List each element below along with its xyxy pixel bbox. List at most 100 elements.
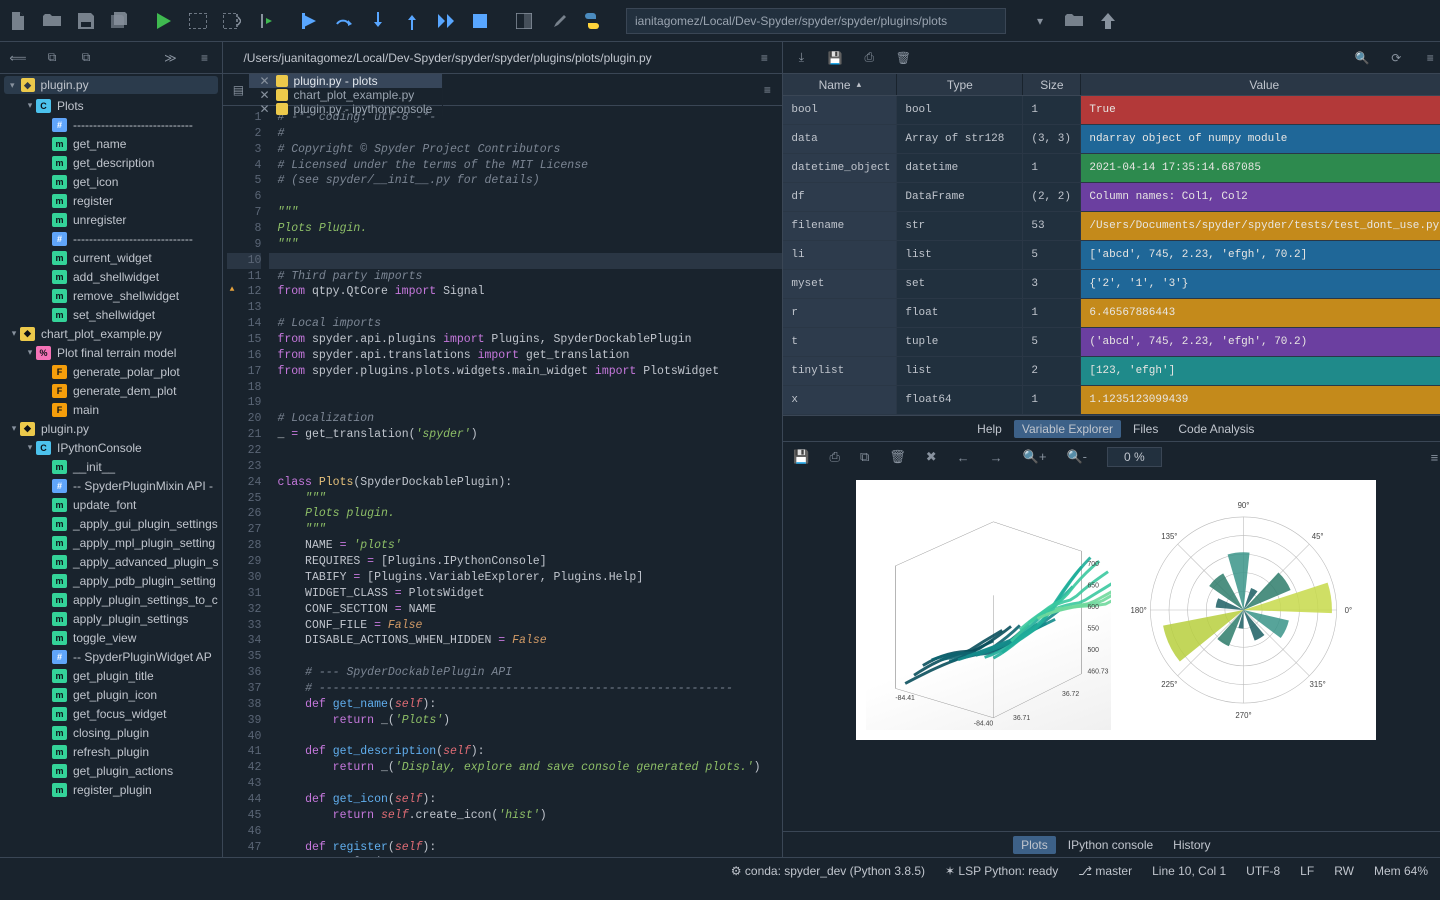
outline-item[interactable]: mget_description bbox=[0, 153, 222, 172]
stop-debug-icon[interactable] bbox=[470, 11, 490, 31]
zoom-out-icon[interactable]: 🔍- bbox=[1066, 449, 1087, 465]
outline-item[interactable]: ▾CPlots bbox=[0, 96, 222, 115]
parent-dir-icon[interactable] bbox=[1098, 11, 1118, 31]
outline-item[interactable]: #------------------------------ bbox=[0, 229, 222, 248]
panel-tab[interactable]: Variable Explorer bbox=[1014, 420, 1121, 438]
copy-icon[interactable]: ⧉ bbox=[44, 50, 60, 66]
plots-menu-icon[interactable]: ≡ bbox=[1431, 450, 1439, 465]
save-as-icon[interactable]: ⎙ bbox=[861, 50, 877, 66]
panel-tab[interactable]: Code Analysis bbox=[1170, 420, 1262, 438]
save-plot-icon[interactable]: 💾 bbox=[793, 449, 809, 465]
run-cell-advance-icon[interactable] bbox=[222, 11, 242, 31]
save-icon[interactable] bbox=[76, 11, 96, 31]
outline-item[interactable]: mget_plugin_title bbox=[0, 666, 222, 685]
var-row[interactable]: rfloat16.46567886443 bbox=[783, 299, 1440, 328]
working-dir-input[interactable]: ianitagomez/Local/Dev-Spyder/spyder/spyd… bbox=[626, 8, 1006, 34]
editor-menu-icon[interactable]: ≡ bbox=[756, 50, 772, 66]
outline-item[interactable]: ▾◆plugin.py bbox=[0, 419, 222, 438]
new-file-icon[interactable] bbox=[8, 11, 28, 31]
outline-tree[interactable]: ▾CPlots#------------------------------mg… bbox=[0, 96, 222, 857]
panel-tab[interactable]: IPython console bbox=[1060, 836, 1161, 854]
outline-item[interactable]: Fgenerate_polar_plot bbox=[0, 362, 222, 381]
delete-var-icon[interactable]: 🗑 bbox=[895, 50, 911, 66]
outline-item[interactable]: m_apply_advanced_plugin_s bbox=[0, 552, 222, 571]
var-menu-icon[interactable]: ≡ bbox=[1422, 50, 1438, 66]
outline-item[interactable]: #------------------------------ bbox=[0, 115, 222, 134]
status-conda[interactable]: ⚙ conda: spyder_dev (Python 3.8.5) bbox=[731, 864, 925, 878]
outline-item[interactable]: m_apply_mpl_plugin_setting bbox=[0, 533, 222, 552]
run-cell-icon[interactable] bbox=[188, 11, 208, 31]
save-all-plots-icon[interactable]: ⎙ bbox=[830, 449, 840, 465]
var-row[interactable]: datetime_objectdatetime12021-04-14 17:35… bbox=[783, 154, 1440, 183]
var-row[interactable]: lilist5['abcd', 745, 2.23, 'efgh', 70.2] bbox=[783, 241, 1440, 270]
outline-item[interactable]: mtoggle_view bbox=[0, 628, 222, 647]
prev-plot-icon[interactable]: ← bbox=[957, 450, 970, 465]
outline-item[interactable]: m_apply_gui_plugin_settings bbox=[0, 514, 222, 533]
next-plot-icon[interactable]: → bbox=[990, 450, 1003, 465]
outline-item[interactable]: Fmain bbox=[0, 400, 222, 419]
tab-list-icon[interactable]: ▤ bbox=[227, 74, 249, 105]
tab-menu-icon[interactable]: ≡ bbox=[756, 74, 778, 105]
var-row[interactable]: filenamestr53/Users/Documents/spyder/spy… bbox=[783, 212, 1440, 241]
close-tab-icon[interactable]: ✕ bbox=[259, 102, 269, 116]
save-all-icon[interactable] bbox=[110, 11, 130, 31]
var-row[interactable]: tinylistlist2[123, 'efgh'] bbox=[783, 357, 1440, 386]
browse-wdir-icon[interactable] bbox=[1064, 11, 1084, 31]
refresh-var-icon[interactable]: ⟳ bbox=[1388, 50, 1404, 66]
outline-item[interactable]: mclosing_plugin bbox=[0, 723, 222, 742]
outline-item[interactable]: mrefresh_plugin bbox=[0, 742, 222, 761]
plot-canvas[interactable]: 460.73500550600650700-84.41-84.4036.7136… bbox=[783, 472, 1440, 831]
var-row[interactable]: dfDataFrame(2, 2)Column names: Col1, Col… bbox=[783, 183, 1440, 212]
close-tab-icon[interactable]: ✕ bbox=[259, 88, 269, 102]
outline-item[interactable]: #-- SpyderPluginMixin API - bbox=[0, 476, 222, 495]
open-file-icon[interactable] bbox=[42, 11, 62, 31]
outline-item[interactable]: ▾%Plot final terrain model bbox=[0, 343, 222, 362]
var-row[interactable]: mysetset3{'2', '1', '3'} bbox=[783, 270, 1440, 299]
delete-all-plots-icon[interactable]: ✖ bbox=[926, 449, 937, 465]
save-data-icon[interactable]: 💾 bbox=[827, 50, 843, 66]
status-eol[interactable]: LF bbox=[1300, 864, 1314, 878]
var-row[interactable]: dataArray of str128(3, 3)ndarray object … bbox=[783, 125, 1440, 154]
outline-item[interactable]: ▾CIPythonConsole bbox=[0, 438, 222, 457]
outline-root-file[interactable]: ▾ ◆ plugin.py bbox=[4, 76, 218, 94]
status-git[interactable]: ⎇ master bbox=[1078, 864, 1132, 878]
outline-item[interactable]: mget_plugin_actions bbox=[0, 761, 222, 780]
outline-item[interactable]: munregister bbox=[0, 210, 222, 229]
outline-item[interactable]: mregister bbox=[0, 191, 222, 210]
panel-tab[interactable]: Plots bbox=[1013, 836, 1056, 854]
panel-tab[interactable]: History bbox=[1165, 836, 1218, 854]
code-editor[interactable]: 1234567891011121314151617181920212223242… bbox=[223, 106, 782, 857]
outline-item[interactable]: mget_focus_widget bbox=[0, 704, 222, 723]
outline-item[interactable]: ▾◆chart_plot_example.py bbox=[0, 324, 222, 343]
run-selection-icon[interactable] bbox=[256, 11, 276, 31]
continue-icon[interactable] bbox=[436, 11, 456, 31]
debug-icon[interactable] bbox=[300, 11, 320, 31]
back-icon[interactable]: ⟸ bbox=[10, 50, 26, 66]
outline-item[interactable]: madd_shellwidget bbox=[0, 267, 222, 286]
step-over-icon[interactable] bbox=[334, 11, 354, 31]
outline-item[interactable]: #-- SpyderPluginWidget AP bbox=[0, 647, 222, 666]
copy2-icon[interactable]: ⧉ bbox=[78, 50, 94, 66]
outline-item[interactable]: mapply_plugin_settings bbox=[0, 609, 222, 628]
copy-plot-icon[interactable]: ⧉ bbox=[860, 449, 869, 465]
editor-tab[interactable]: ✕plugin.py - plots bbox=[249, 74, 443, 88]
close-tab-icon[interactable]: ✕ bbox=[259, 74, 269, 88]
outline-item[interactable]: Fgenerate_dem_plot bbox=[0, 381, 222, 400]
status-enc[interactable]: UTF-8 bbox=[1246, 864, 1280, 878]
outline-item[interactable]: m_apply_pdb_plugin_setting bbox=[0, 571, 222, 590]
zoom-in-icon[interactable]: 🔍+ bbox=[1023, 449, 1047, 465]
panel-tab[interactable]: Help bbox=[969, 420, 1010, 438]
delete-plot-icon[interactable]: 🗑 bbox=[889, 449, 906, 465]
outline-item[interactable]: mset_shellwidget bbox=[0, 305, 222, 324]
preferences-icon[interactable] bbox=[548, 11, 568, 31]
maximize-pane-icon[interactable] bbox=[514, 11, 534, 31]
outline-item[interactable]: mget_plugin_icon bbox=[0, 685, 222, 704]
outline-item[interactable]: mapply_plugin_settings_to_c bbox=[0, 590, 222, 609]
wdir-dropdown-icon[interactable]: ▾ bbox=[1030, 11, 1050, 31]
outline-item[interactable]: mupdate_font bbox=[0, 495, 222, 514]
outline-item[interactable]: m__init__ bbox=[0, 457, 222, 476]
var-row[interactable]: ttuple5('abcd', 745, 2.23, 'efgh', 70.2) bbox=[783, 328, 1440, 357]
panel-tab[interactable]: Files bbox=[1125, 420, 1166, 438]
editor-tab[interactable]: ✕chart_plot_example.py bbox=[249, 88, 443, 102]
search-var-icon[interactable]: 🔍 bbox=[1354, 50, 1370, 66]
